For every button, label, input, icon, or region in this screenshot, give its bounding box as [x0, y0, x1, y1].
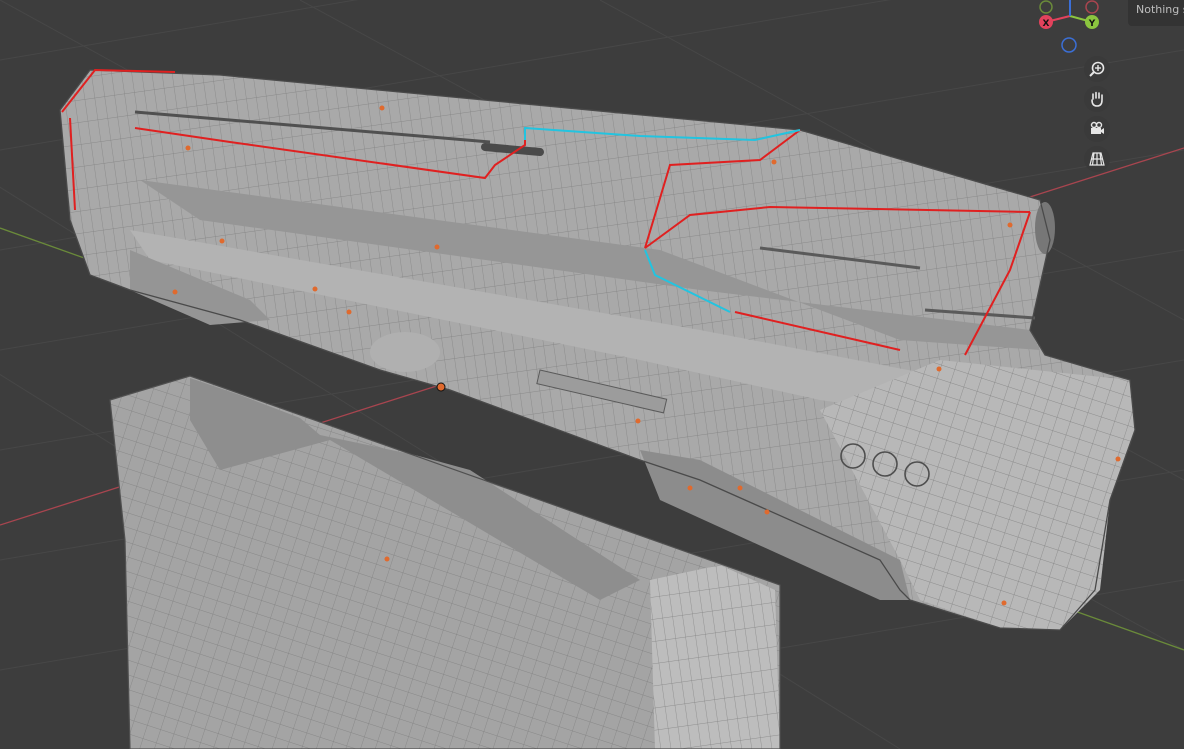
gizmo-y-label: Y	[1088, 19, 1096, 29]
gizmo-neg-z[interactable]	[1061, 37, 1077, 53]
zoom-in-icon	[1089, 61, 1105, 77]
navigation-gizmo[interactable]: X Y	[1030, 0, 1120, 60]
pan-button[interactable]	[1084, 86, 1110, 112]
gizmo-x-label: X	[1043, 19, 1050, 29]
grid-icon	[1089, 152, 1105, 166]
gizmo-neg-x[interactable]	[1085, 0, 1099, 14]
zoom-button[interactable]	[1084, 56, 1110, 82]
3d-viewport[interactable]	[0, 0, 1184, 749]
gizmo-neg-y[interactable]	[1039, 0, 1053, 14]
perspective-button[interactable]	[1084, 146, 1110, 172]
hand-icon	[1091, 91, 1103, 107]
3d-cursor[interactable]	[436, 382, 446, 392]
camera-icon	[1090, 121, 1104, 134]
camera-button[interactable]	[1084, 116, 1110, 142]
status-overlay: Nothing selected	[1128, 0, 1184, 26]
